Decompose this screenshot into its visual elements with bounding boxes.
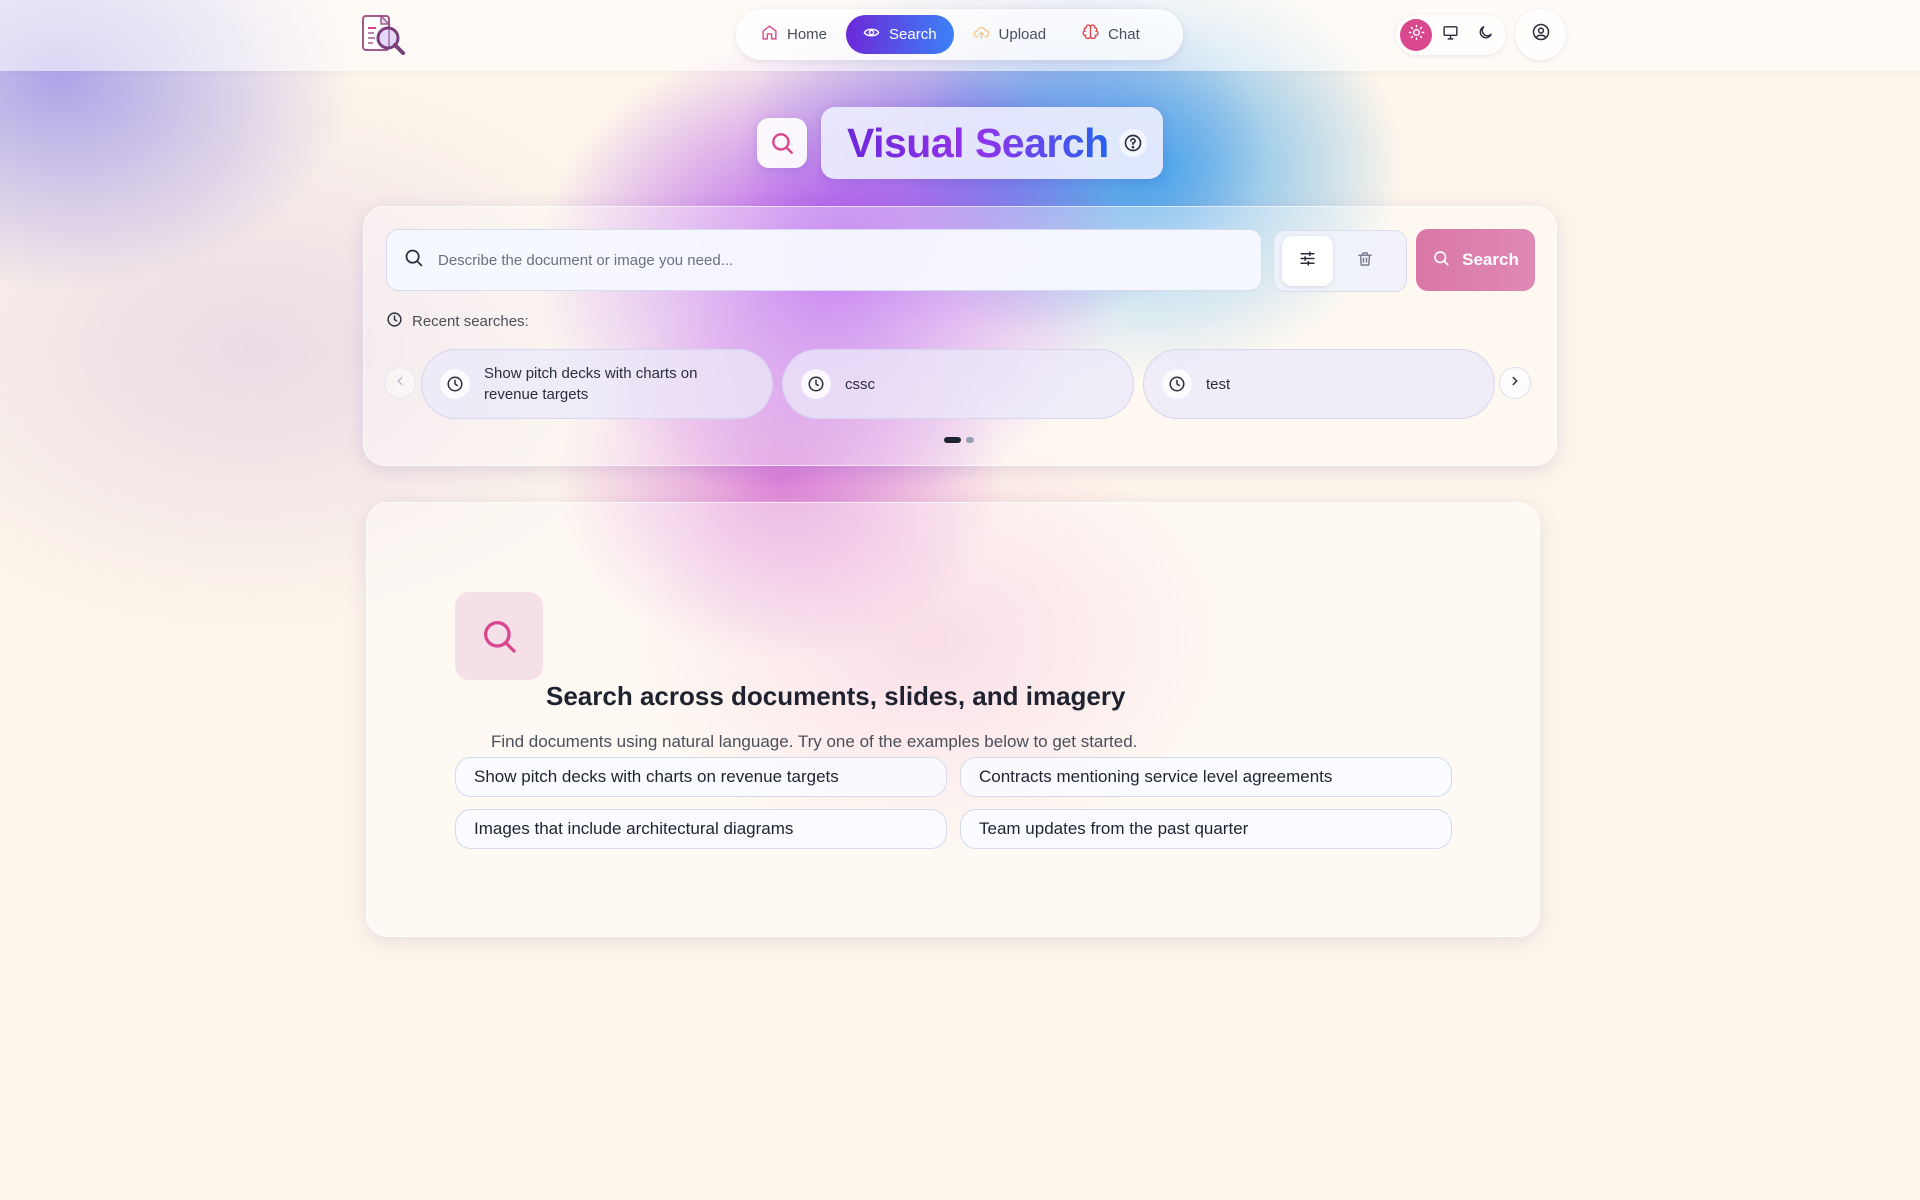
theme-dark-button[interactable]: [1470, 19, 1502, 51]
sun-icon: [1408, 24, 1425, 46]
example-query-button[interactable]: Team updates from the past quarter: [960, 809, 1452, 849]
user-menu-button[interactable]: [1515, 9, 1566, 60]
recent-search-chip[interactable]: cssc: [782, 349, 1134, 419]
recent-searches-heading: Recent searches:: [386, 311, 529, 332]
app-logo-icon[interactable]: [361, 14, 407, 56]
chevron-left-icon: [393, 374, 407, 393]
sliders-icon: [1298, 249, 1317, 273]
clock-icon: [1162, 369, 1192, 399]
page-title: Visual Search: [821, 107, 1163, 179]
theme-switcher: [1396, 15, 1506, 55]
filters-button[interactable]: [1282, 236, 1333, 286]
example-query-button[interactable]: Contracts mentioning service level agree…: [960, 757, 1452, 797]
nav-chat-label: Chat: [1108, 26, 1140, 43]
pagination-dot-active[interactable]: [944, 437, 961, 443]
recent-searches-label: Recent searches:: [412, 313, 529, 330]
eye-icon: [863, 24, 880, 45]
pagination-dot[interactable]: [966, 437, 974, 443]
search-button-icon: [1432, 249, 1450, 272]
monitor-icon: [1442, 24, 1459, 46]
top-nav-bar: Home Search Upload Chat: [0, 0, 1920, 71]
empty-state-subtitle: Find documents using natural language. T…: [491, 732, 1138, 751]
page-title-text: Visual Search: [847, 119, 1109, 166]
nav-home-label: Home: [787, 26, 828, 43]
recent-search-chip[interactable]: Show pitch decks with charts on revenue …: [421, 349, 773, 419]
nav-upload[interactable]: Upload: [956, 15, 1064, 54]
recent-search-text: test: [1206, 375, 1231, 393]
example-query-button[interactable]: Show pitch decks with charts on revenue …: [455, 757, 947, 797]
nav-chat[interactable]: Chat: [1065, 15, 1157, 54]
theme-light-button[interactable]: [1400, 19, 1433, 51]
search-button-label: Search: [1462, 250, 1519, 269]
nav-search[interactable]: Search: [846, 15, 954, 54]
theme-system-button[interactable]: [1435, 19, 1467, 51]
empty-state-card: Search across documents, slides, and ima…: [366, 502, 1540, 937]
trash-icon: [1356, 250, 1374, 273]
clear-button[interactable]: [1339, 236, 1390, 286]
history-clock-icon: [386, 311, 403, 332]
search-input[interactable]: [438, 251, 1261, 269]
empty-state-search-icon: [455, 592, 543, 680]
moon-icon: [1477, 24, 1494, 46]
clock-icon: [440, 369, 470, 399]
recent-next-button[interactable]: [1499, 367, 1531, 399]
recent-pagination-dots: [944, 437, 974, 443]
nav-search-label: Search: [889, 26, 937, 43]
search-button[interactable]: Search: [1416, 229, 1535, 291]
title-search-icon: [757, 118, 807, 168]
search-icon: [403, 247, 424, 273]
example-query-button[interactable]: Images that include architectural diagra…: [455, 809, 947, 849]
recent-prev-button[interactable]: [384, 367, 416, 399]
clock-icon: [801, 369, 831, 399]
empty-state-title: Search across documents, slides, and ima…: [546, 681, 1126, 711]
search-input-container: [386, 229, 1262, 291]
main-nav: Home Search Upload Chat: [736, 9, 1183, 60]
recent-search-text: Show pitch decks with charts on revenue …: [484, 365, 698, 403]
user-circle-icon: [1532, 23, 1550, 46]
recent-search-chip[interactable]: test: [1143, 349, 1495, 419]
nav-home[interactable]: Home: [744, 15, 844, 54]
recent-search-text: cssc: [845, 375, 875, 393]
help-icon[interactable]: [1118, 129, 1147, 157]
brain-icon: [1082, 24, 1099, 45]
cloud-upload-icon: [973, 24, 990, 45]
home-icon: [761, 24, 778, 45]
nav-upload-label: Upload: [998, 26, 1047, 43]
search-panel: Search Recent searches: Show pitch decks…: [363, 206, 1557, 466]
chevron-right-icon: [1508, 374, 1522, 393]
search-tools: [1273, 230, 1407, 292]
